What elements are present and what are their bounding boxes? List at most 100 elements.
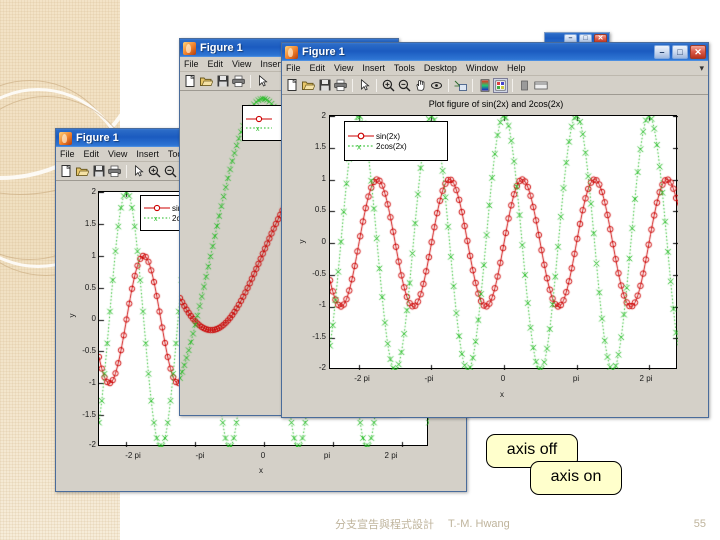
slide-footer: 分支宣告與程式設計 T.-M. Hwang 55 <box>0 516 720 532</box>
show-plot-tools-icon[interactable] <box>533 78 548 93</box>
y-tick-label: -1.5 <box>312 332 326 341</box>
y-tick-label: 2 <box>91 187 96 196</box>
save-figure-icon[interactable] <box>317 78 332 93</box>
print-figure-icon[interactable] <box>107 164 122 179</box>
menu-edit[interactable]: Edit <box>208 59 224 69</box>
zoom-out-icon[interactable] <box>163 164 178 179</box>
plot-title: Plot figure of sin(2x) and 2cos(2x) <box>428 99 564 109</box>
y-tick-label: -1 <box>88 378 96 387</box>
menubar-main[interactable]: File Edit View Insert Tools Desktop Wind… <box>282 61 708 76</box>
plot-legend-main[interactable]: sin(2x) x 2cos(2x) <box>344 121 448 161</box>
figure-body-main: Plot figure of sin(2x) and 2cos(2x) y x … <box>282 95 708 417</box>
menu-insert[interactable]: Insert <box>362 63 385 73</box>
y-tick-label: 1.5 <box>314 142 326 151</box>
x-tick-label: -2 pi <box>125 451 141 460</box>
print-figure-icon[interactable] <box>333 78 348 93</box>
x-tick-label: -2 pi <box>354 374 370 383</box>
new-figure-icon[interactable] <box>285 78 300 93</box>
maximize-button-main[interactable]: □ <box>672 45 688 59</box>
legend-swatch-cos: x <box>348 142 374 151</box>
figure-window-main[interactable]: Figure 1 – □ ✕ File Edit View Insert Too… <box>281 42 709 418</box>
x-axis-label-lower-left: x <box>259 466 263 475</box>
y-tick-label: 2 <box>321 111 326 120</box>
y-tick-label: 0 <box>321 237 326 246</box>
toolbar-separator <box>376 78 377 92</box>
chevron-down-icon[interactable]: ▾ <box>699 63 704 74</box>
window-controls-main[interactable]: – □ ✕ <box>654 45 706 59</box>
legend-swatch-cos: x <box>144 214 170 223</box>
legend-label-sin: sin(2x) <box>376 131 401 141</box>
x-tick-label: 0 <box>260 451 266 460</box>
menu-tools[interactable]: Tools <box>394 63 415 73</box>
matlab-icon <box>59 131 72 145</box>
save-figure-icon[interactable] <box>91 164 106 179</box>
x-tick-label: pi <box>572 374 580 383</box>
footer-page-number: 55 <box>693 518 706 530</box>
y-tick-label: -1.5 <box>82 410 96 419</box>
x-tick-label: -pi <box>195 451 205 460</box>
menu-file[interactable]: File <box>184 59 199 69</box>
print-figure-icon[interactable] <box>231 74 246 89</box>
y-tick-label: 1 <box>321 174 326 183</box>
legend-entry-sin: sin(2x) <box>348 132 444 141</box>
toolbar-main[interactable] <box>282 76 708 95</box>
open-file-icon[interactable] <box>199 74 214 89</box>
menu-insert[interactable]: Insert <box>260 59 283 69</box>
open-file-icon[interactable] <box>75 164 90 179</box>
rotate-3d-icon[interactable] <box>429 78 444 93</box>
new-figure-icon[interactable] <box>59 164 74 179</box>
menu-view[interactable]: View <box>334 63 353 73</box>
zoom-in-icon[interactable] <box>147 164 162 179</box>
minimize-button-main[interactable]: – <box>654 45 670 59</box>
toolbar-separator <box>250 74 251 88</box>
menu-window[interactable]: Window <box>466 63 498 73</box>
legend-entry-cos: x 2cos(2x) <box>348 142 444 151</box>
window-title-main: Figure 1 <box>302 46 345 58</box>
open-file-icon[interactable] <box>301 78 316 93</box>
toolbar-separator <box>126 164 127 178</box>
menu-help[interactable]: Help <box>507 63 526 73</box>
callout-axis-off-label: axis off <box>506 441 558 458</box>
svg-text:x: x <box>256 126 260 132</box>
menu-file[interactable]: File <box>286 63 301 73</box>
new-figure-icon[interactable] <box>183 74 198 89</box>
menu-edit[interactable]: Edit <box>310 63 326 73</box>
menu-view[interactable]: View <box>108 149 127 159</box>
y-tick-label: 1 <box>91 251 96 260</box>
y-tick-label: 1.5 <box>84 219 96 228</box>
zoom-out-icon[interactable] <box>397 78 412 93</box>
x-tick-label: 2 pi <box>384 451 398 460</box>
menu-view[interactable]: View <box>232 59 251 69</box>
legend-swatch-sin <box>246 115 272 123</box>
pointer-icon[interactable] <box>131 164 146 179</box>
pointer-icon[interactable] <box>357 78 372 93</box>
hide-plot-tools-icon[interactable] <box>517 78 532 93</box>
legend-swatch-sin <box>348 132 374 140</box>
pointer-icon[interactable] <box>255 74 270 89</box>
save-figure-icon[interactable] <box>215 74 230 89</box>
y-tick-label: 0.5 <box>314 205 326 214</box>
toolbar-separator <box>472 78 473 92</box>
toolbar-separator <box>352 78 353 92</box>
colorbar-icon[interactable] <box>477 78 492 93</box>
menu-edit[interactable]: Edit <box>84 149 100 159</box>
matlab-icon <box>183 41 196 55</box>
menu-file[interactable]: File <box>60 149 75 159</box>
data-cursor-icon[interactable] <box>453 78 468 93</box>
legend-swatch-sin <box>144 204 170 212</box>
close-button-main[interactable]: ✕ <box>690 45 706 59</box>
zoom-in-icon[interactable] <box>381 78 396 93</box>
matlab-icon <box>285 45 298 59</box>
y-tick-label: 0.5 <box>84 283 96 292</box>
menu-desktop[interactable]: Desktop <box>424 63 457 73</box>
svg-text:x: x <box>357 142 361 150</box>
menu-insert[interactable]: Insert <box>136 149 159 159</box>
legend-icon[interactable] <box>493 77 508 93</box>
pan-icon[interactable] <box>413 78 428 93</box>
y-tick-label: -0.5 <box>82 346 96 355</box>
y-tick-label: -2 <box>88 440 96 449</box>
callout-axis-on: axis on <box>530 461 622 495</box>
titlebar-main[interactable]: Figure 1 – □ ✕ <box>282 43 708 61</box>
callout-axis-on-label: axis on <box>550 468 602 485</box>
svg-text:x: x <box>154 216 158 222</box>
